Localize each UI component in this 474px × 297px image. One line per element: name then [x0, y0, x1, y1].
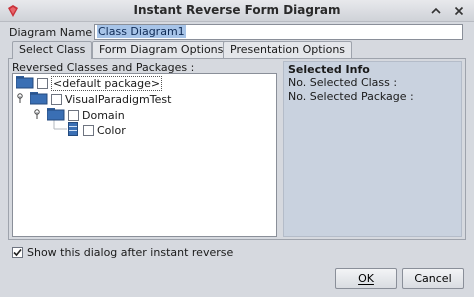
- tab-select-class[interactable]: Select Class: [12, 41, 93, 59]
- diagram-name-input[interactable]: Class Diagram1: [94, 24, 463, 40]
- checkbox[interactable]: [83, 124, 94, 136]
- cancel-button-label: Cancel: [414, 272, 452, 285]
- checkbox[interactable]: [37, 77, 48, 89]
- expand-handle-icon[interactable]: [33, 108, 43, 122]
- tree-item-visualparadigmtest[interactable]: VisualParadigmTest: [16, 91, 171, 107]
- title-bar: Instant Reverse Form Diagram: [0, 0, 474, 22]
- selected-package-count-label: No. Selected Package :: [288, 90, 414, 103]
- ok-button[interactable]: OK: [335, 268, 397, 289]
- checkmark-icon: [13, 248, 22, 257]
- window-title: Instant Reverse Form Diagram: [133, 3, 341, 17]
- package-icon: [29, 91, 48, 108]
- diagram-name-label: Diagram Name :: [9, 26, 100, 39]
- cancel-button[interactable]: Cancel: [402, 268, 464, 289]
- show-dialog-label: Show this dialog after instant reverse: [27, 246, 234, 259]
- selected-info-title: Selected Info: [288, 63, 370, 76]
- selected-info-panel: Selected Info No. Selected Class : No. S…: [283, 61, 462, 237]
- tab-form-diagram-options[interactable]: Form Diagram Options: [92, 41, 231, 58]
- tree-item-label: Domain: [82, 108, 125, 122]
- close-icon[interactable]: [451, 3, 467, 19]
- package-tree[interactable]: <default package> VisualParadigmTest Dom…: [12, 73, 277, 237]
- show-dialog-checkbox[interactable]: [12, 247, 23, 258]
- expand-handle-icon[interactable]: [16, 92, 26, 106]
- show-dialog-option[interactable]: Show this dialog after instant reverse: [12, 246, 233, 259]
- tree-item-domain[interactable]: Domain: [33, 107, 125, 123]
- checkbox[interactable]: [68, 109, 79, 121]
- package-icon: [15, 75, 34, 92]
- ok-button-label: OK: [358, 272, 374, 285]
- tree-item-default-package[interactable]: <default package>: [15, 75, 163, 92]
- tree-item-label: <default package>: [51, 75, 163, 91]
- selected-class-count-label: No. Selected Class :: [288, 76, 398, 89]
- maximize-icon[interactable]: [428, 3, 444, 19]
- tab-presentation-options[interactable]: Presentation Options: [223, 41, 353, 58]
- tree-item-label: Color: [97, 123, 126, 137]
- class-icon: [68, 121, 78, 139]
- tree-item-color[interactable]: Color: [68, 121, 126, 139]
- diagram-name-value: Class Diagram1: [97, 25, 186, 38]
- checkbox[interactable]: [51, 93, 62, 105]
- package-icon: [46, 107, 65, 124]
- tree-item-label: VisualParadigmTest: [65, 92, 172, 106]
